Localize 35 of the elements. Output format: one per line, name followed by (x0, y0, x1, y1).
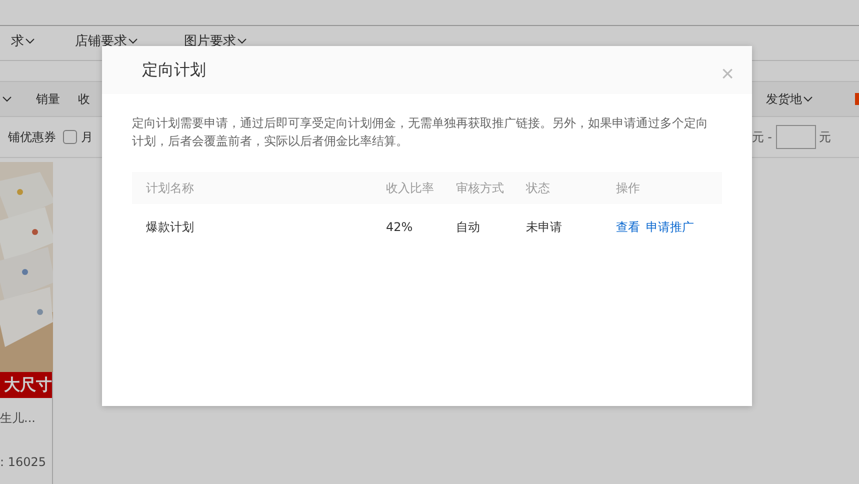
chevron-icon (803, 96, 813, 102)
sort-option[interactable]: 销量 (36, 90, 60, 108)
product-title: 生儿... (0, 410, 36, 427)
checkbox-label: 月 (81, 128, 93, 146)
column-header: 收入比率 (386, 180, 435, 196)
action-link[interactable]: 申请推广 (646, 218, 694, 236)
chevron-icon[interactable] (2, 96, 12, 102)
chevron-icon (237, 38, 247, 44)
description: 定向计划需要申请，通过后即可享受定向计划佣金，无需单独再获取推广链接。另外，如果申请通过多个定向计划，后者会覆盖前者，实际以后者佣金比率结算。 (132, 115, 709, 150)
table-cell-text: 爆款计划 (146, 218, 195, 236)
location-dropdown[interactable]: 发货地 (766, 90, 813, 108)
dialog-title: 定向计划 (142, 60, 206, 80)
chevron-icon (25, 38, 35, 44)
checkbox[interactable] (63, 130, 77, 144)
price-unit: 元 - (752, 128, 772, 146)
table-cell-text: 未申请 (526, 218, 563, 236)
column-header: 计划名称 (146, 180, 195, 196)
chevron-icon (128, 38, 138, 44)
price-unit: 元 (819, 128, 831, 146)
coupon-option[interactable]: 铺优惠券 (8, 128, 56, 146)
column-header: 状态 (526, 180, 551, 196)
product-card[interactable]: 大尺寸 生儿... : 16025 (0, 162, 53, 484)
promo-banner: 大尺寸 (0, 372, 52, 398)
action-link[interactable]: 查看 (616, 218, 640, 236)
price-input[interactable] (776, 125, 816, 149)
table-cell-text: 自动 (456, 218, 481, 236)
table-cell-text: 42% (386, 220, 414, 234)
filter-dropdown[interactable]: 图片要求 (184, 32, 247, 50)
filter-dropdown[interactable]: 求 (11, 32, 35, 50)
filter-dropdown[interactable]: 店铺要求 (75, 32, 138, 50)
column-header: 审核方式 (456, 180, 505, 196)
marker-icon (855, 93, 859, 105)
column-header: 操作 (616, 180, 640, 196)
sort-option[interactable]: 收 (78, 90, 90, 108)
sales-count: : 16025 (0, 455, 48, 469)
